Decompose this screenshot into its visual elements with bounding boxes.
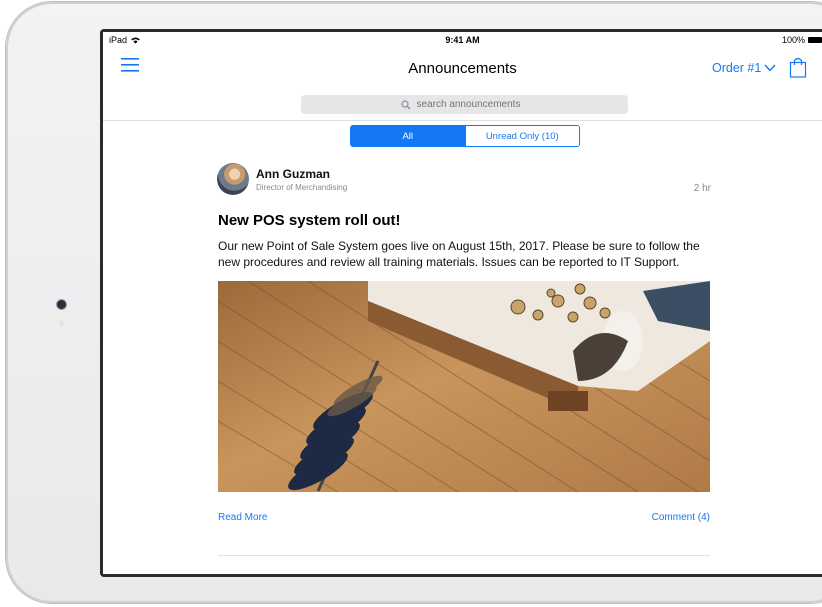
author-role: Director of Merchandising bbox=[256, 183, 348, 192]
shopping-bag-icon[interactable] bbox=[789, 56, 807, 78]
segment-all[interactable]: All bbox=[351, 126, 465, 146]
post-body: Our new Point of Sale System goes live o… bbox=[218, 239, 700, 269]
comments-link[interactable]: Comment (4) bbox=[652, 512, 710, 523]
status-bar: iPad 9:41 AM 100% bbox=[103, 32, 822, 48]
app-screen: iPad 9:41 AM 100% Announcements Order #1 bbox=[103, 32, 822, 574]
search-input[interactable] bbox=[414, 98, 529, 111]
store-floor-photo bbox=[218, 281, 710, 492]
author-name: Ann Guzman bbox=[256, 167, 330, 181]
read-more-link[interactable]: Read More bbox=[218, 512, 267, 523]
avatar[interactable] bbox=[217, 163, 249, 195]
post-title: New POS system roll out! bbox=[218, 212, 401, 229]
order-label: Order #1 bbox=[712, 61, 762, 75]
status-time: 9:41 AM bbox=[445, 35, 480, 45]
battery-percent: 100% bbox=[781, 35, 805, 45]
front-camera bbox=[57, 300, 66, 309]
light-sensor bbox=[59, 321, 64, 326]
post-image bbox=[218, 281, 710, 492]
magnifier-icon bbox=[400, 99, 410, 109]
battery-icon bbox=[808, 37, 822, 43]
search-bar[interactable] bbox=[301, 95, 628, 114]
filter-segmented-control: All Unread Only (10) bbox=[350, 125, 580, 147]
post-divider bbox=[218, 555, 710, 556]
header-divider bbox=[103, 120, 822, 121]
post-timestamp: 2 hr bbox=[693, 183, 711, 194]
segment-unread[interactable]: Unread Only (10) bbox=[464, 126, 579, 146]
chevron-down-icon bbox=[764, 64, 776, 72]
order-selector[interactable]: Order #1 bbox=[712, 61, 776, 75]
